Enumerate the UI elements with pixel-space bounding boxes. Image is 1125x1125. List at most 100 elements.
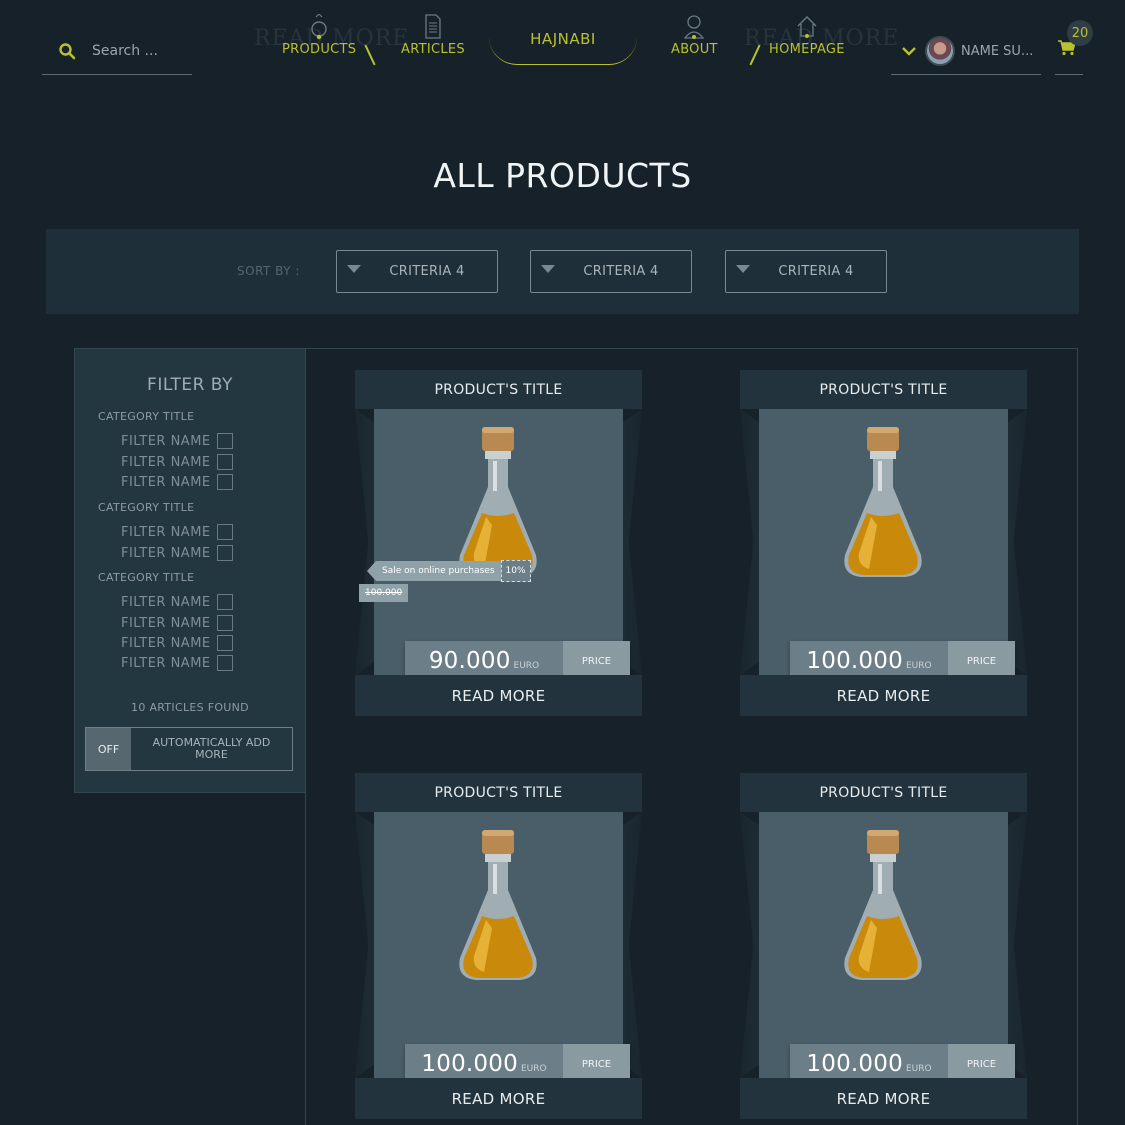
oil-bottle-image[interactable]: [452, 828, 544, 988]
read-more-button[interactable]: READ MORE: [740, 675, 1027, 716]
card-decoration: [355, 812, 374, 1078]
filter-checkbox[interactable]: [217, 454, 233, 470]
card-decoration: [623, 812, 642, 1078]
search-icon[interactable]: [58, 42, 76, 60]
sort-label: SORT BY :: [237, 264, 300, 278]
filter-checkbox[interactable]: [217, 615, 233, 631]
toggle-state[interactable]: OFF: [86, 728, 131, 770]
sort-select-3[interactable]: CRITERIA 4: [725, 250, 887, 293]
cart-button[interactable]: 20: [1055, 20, 1093, 75]
filter-option[interactable]: FILTER NAME: [121, 433, 233, 449]
filter-name: FILTER NAME: [121, 454, 211, 470]
nav-divider: [364, 44, 376, 66]
read-more-button[interactable]: READ MORE: [740, 1078, 1027, 1119]
oil-bottle-image[interactable]: [837, 425, 929, 585]
filter-checkbox[interactable]: [217, 433, 233, 449]
category-title: CATEGORY TITLE: [98, 571, 195, 584]
card-decoration: [1008, 409, 1027, 675]
price-currency: EURO: [905, 1064, 932, 1074]
brand-name: HAJNABI: [530, 30, 596, 48]
sale-tag: Sale on online purchases 10%: [367, 560, 531, 582]
nav-label-articles: ARTICLES: [401, 42, 465, 57]
old-price: 100.000: [359, 584, 409, 602]
price-currency: EURO: [513, 661, 540, 671]
user-icon: [684, 15, 705, 39]
product-title: PRODUCT'S TITLE: [740, 370, 1027, 409]
filter-option[interactable]: FILTER NAME: [121, 545, 233, 561]
site-header: READ MORE READ MORE PRODUCTS ARTICLES HA…: [0, 0, 1125, 90]
price-amount: 100.000: [806, 1051, 903, 1077]
filter-name: FILTER NAME: [121, 615, 211, 631]
ring-icon: [311, 14, 327, 40]
product-card: PRODUCT'S TITLE 90.000 EURO PRICE Sale o…: [355, 370, 642, 716]
card-decoration: [740, 812, 759, 1078]
product-image-area: 100.000 EURO PRICE: [374, 812, 630, 1085]
filter-name: FILTER NAME: [121, 594, 211, 610]
sort-select-2[interactable]: CRITERIA 4: [530, 250, 692, 293]
product-card: PRODUCT'S TITLE 100.000 EURO PRICE READ …: [740, 773, 1027, 1119]
oil-bottle-image[interactable]: [837, 828, 929, 988]
user-name: NAME SU...: [961, 43, 1034, 59]
sort-select-value: CRITERIA 4: [583, 264, 659, 279]
home-icon: [797, 16, 817, 38]
price-amount: 100.000: [421, 1051, 518, 1077]
sort-select-value: CRITERIA 4: [778, 264, 854, 279]
sale-percent: 10%: [500, 560, 531, 582]
price-currency: EURO: [520, 1064, 547, 1074]
product-image-area: 100.000 EURO PRICE: [759, 409, 1015, 682]
filter-checkbox[interactable]: [217, 655, 233, 671]
sort-bar: SORT BY : CRITERIA 4 CRITERIA 4 CRITERIA…: [46, 229, 1079, 314]
page-title: ALL PRODUCTS: [433, 156, 692, 195]
sale-text: Sale on online purchases: [376, 561, 501, 581]
filter-panel: FILTER BY CATEGORY TITLE FILTER NAME FIL…: [74, 348, 306, 793]
nav-label-about: ABOUT: [671, 42, 718, 57]
filter-checkbox[interactable]: [217, 524, 233, 540]
sale-tag-arrow: [367, 561, 376, 581]
card-decoration: [355, 409, 374, 675]
filter-option[interactable]: FILTER NAME: [121, 524, 233, 540]
nav-item-about[interactable]: ABOUT: [671, 14, 718, 57]
filter-checkbox[interactable]: [217, 474, 233, 490]
price-amount: 90.000: [428, 648, 511, 674]
category-title: CATEGORY TITLE: [98, 410, 195, 423]
read-more-button[interactable]: READ MORE: [355, 675, 642, 716]
brand-logo[interactable]: HAJNABI: [489, 20, 637, 65]
filter-checkbox[interactable]: [217, 635, 233, 651]
filter-name: FILTER NAME: [121, 655, 211, 671]
user-menu[interactable]: NAME SU...: [891, 28, 1041, 75]
filter-option[interactable]: FILTER NAME: [121, 635, 233, 651]
nav-item-homepage[interactable]: HOMEPAGE: [769, 14, 845, 57]
cart-count-badge: 20: [1067, 20, 1093, 46]
price-amount: 100.000: [806, 648, 903, 674]
product-card: PRODUCT'S TITLE 100.000 EURO PRICE READ …: [740, 370, 1027, 716]
filter-option[interactable]: FILTER NAME: [121, 615, 233, 631]
search-bar[interactable]: [42, 28, 192, 75]
filter-checkbox[interactable]: [217, 545, 233, 561]
card-decoration: [1008, 812, 1027, 1078]
search-input[interactable]: [92, 43, 188, 59]
price-currency: EURO: [905, 661, 932, 671]
filter-option[interactable]: FILTER NAME: [121, 655, 233, 671]
nav-divider: [749, 44, 761, 66]
filter-name: FILTER NAME: [121, 524, 211, 540]
card-decoration: [623, 409, 642, 675]
nav-item-articles[interactable]: ARTICLES: [401, 14, 465, 57]
auto-add-toggle[interactable]: OFF AUTOMATICALLY ADD MORE: [85, 727, 293, 771]
sort-select-1[interactable]: CRITERIA 4: [336, 250, 498, 293]
product-title: PRODUCT'S TITLE: [740, 773, 1027, 812]
nav-label-homepage: HOMEPAGE: [769, 42, 845, 57]
filter-option[interactable]: FILTER NAME: [121, 454, 233, 470]
read-more-button[interactable]: READ MORE: [355, 1078, 642, 1119]
product-card: PRODUCT'S TITLE 100.000 EURO PRICE READ …: [355, 773, 642, 1119]
nav-item-products[interactable]: PRODUCTS: [282, 14, 356, 57]
filter-title: FILTER BY: [147, 375, 233, 395]
filter-checkbox[interactable]: [217, 594, 233, 610]
filter-option[interactable]: FILTER NAME: [121, 594, 233, 610]
avatar[interactable]: [925, 36, 955, 66]
filter-option[interactable]: FILTER NAME: [121, 474, 233, 490]
filter-name: FILTER NAME: [121, 545, 211, 561]
chevron-down-icon[interactable]: [902, 46, 916, 56]
document-icon: [425, 14, 441, 39]
product-image-area: 100.000 EURO PRICE: [759, 812, 1015, 1085]
product-title: PRODUCT'S TITLE: [355, 370, 642, 409]
